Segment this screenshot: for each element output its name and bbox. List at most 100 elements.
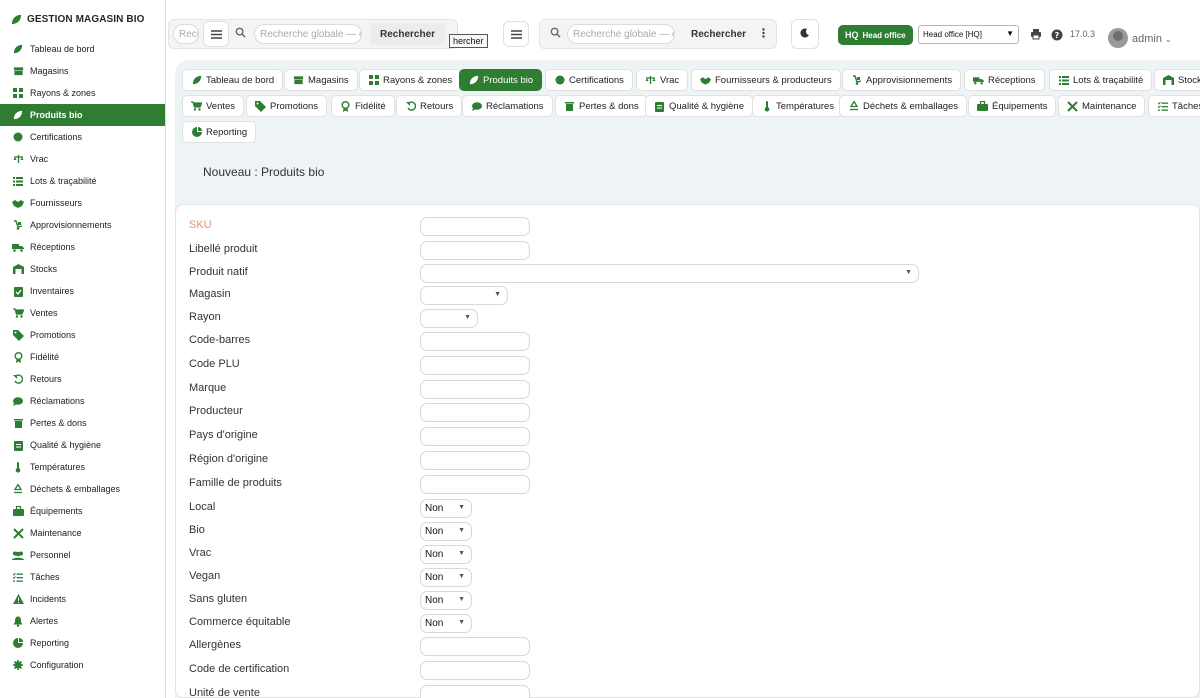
tab-reporting[interactable]: Reporting: [182, 121, 257, 143]
sidebar-item-fournisseurs[interactable]: Fournisseurs: [0, 192, 165, 214]
tab-equipements[interactable]: Équipements: [968, 95, 1057, 117]
sidebar-item-personnel[interactable]: Personnel: [0, 544, 165, 566]
famille-de-produits-field[interactable]: [420, 475, 530, 494]
tab-produits-bio[interactable]: Produits bio: [459, 69, 543, 91]
sidebar-item-certifications[interactable]: Certifications: [0, 126, 165, 148]
sidebar-item-maintenance[interactable]: Maintenance: [0, 522, 165, 544]
store-select[interactable]: Head office [HQ] ▼: [918, 25, 1019, 44]
menu-icon[interactable]: [203, 21, 229, 47]
search-button-1[interactable]: Rechercher: [370, 23, 446, 45]
producteur-field[interactable]: [420, 403, 530, 422]
theme-toggle-button[interactable]: [791, 19, 819, 49]
user-menu[interactable]: admin ⌄: [1132, 33, 1172, 45]
more-vertical-icon[interactable]: [762, 27, 765, 41]
sidebar-item-configuration[interactable]: Configuration: [0, 654, 165, 676]
field-label-commerce-equitable: Commerce équitable: [189, 616, 291, 628]
tab-label: Déchets & emballages: [863, 100, 959, 112]
sidebar-item-receptions[interactable]: Réceptions: [0, 236, 165, 258]
tab-receptions[interactable]: Réceptions: [964, 69, 1045, 91]
search-input-truncated[interactable]: Rech: [173, 24, 199, 44]
bio-select[interactable]: Non ▼: [420, 522, 472, 541]
code-plu-field[interactable]: [420, 356, 530, 375]
tab-qualite-hygiene[interactable]: Qualité & hygiène: [645, 95, 753, 117]
sidebar-item-stocks[interactable]: Stocks: [0, 258, 165, 280]
search-button-2[interactable]: Rechercher: [681, 23, 757, 45]
help-icon[interactable]: ?: [1051, 29, 1063, 44]
sidebar-item-reporting[interactable]: Reporting: [0, 632, 165, 654]
tab-label: Vrac: [660, 74, 680, 86]
region-d-origine-field[interactable]: [420, 451, 530, 470]
tab-reclamations[interactable]: Réclamations: [462, 95, 553, 117]
search-input-2[interactable]: Recherche globale — c: [567, 24, 675, 44]
tab-temperatures[interactable]: Températures: [752, 95, 844, 117]
tab-promotions[interactable]: Promotions: [246, 95, 328, 117]
local-select[interactable]: Non ▼: [420, 499, 472, 518]
pays-d-origine-field[interactable]: [420, 427, 530, 446]
sidebar-item-equipements[interactable]: Équipements: [0, 500, 165, 522]
sidebar-item-reclamations[interactable]: Réclamations: [0, 390, 165, 412]
sidebar-item-magasins[interactable]: Magasins: [0, 60, 165, 82]
tab-ventes[interactable]: Ventes: [182, 95, 245, 117]
search-input-1[interactable]: Recherche globale — c: [254, 24, 362, 44]
sidebar-item-retours[interactable]: Retours: [0, 368, 165, 390]
tab-maintenance[interactable]: Maintenance: [1058, 95, 1146, 117]
tab-retours[interactable]: Retours: [396, 95, 463, 117]
allergenes-field[interactable]: [420, 637, 530, 656]
libelle-produit-field[interactable]: [420, 241, 530, 260]
users-icon: [12, 549, 24, 561]
store-icon: [293, 75, 304, 86]
tab-tableau-de-bord[interactable]: Tableau de bord: [182, 69, 284, 91]
hq-badge[interactable]: HQ Head office: [838, 25, 913, 45]
vegan-select[interactable]: Non ▼: [420, 568, 472, 587]
sidebar-item-qualite-hygiene[interactable]: Qualité & hygiène: [0, 434, 165, 456]
sidebar-item-rayons-zones[interactable]: Rayons & zones: [0, 82, 165, 104]
sidebar-item-label: Rayons & zones: [30, 88, 96, 98]
produit-natif-select[interactable]: ▼: [420, 264, 919, 283]
tab-dechets-emballages[interactable]: Déchets & emballages: [839, 95, 968, 117]
menu-toggle-button[interactable]: [503, 21, 529, 47]
sidebar-item-produits-bio[interactable]: Produits bio: [0, 104, 165, 126]
marque-field[interactable]: [420, 380, 530, 399]
code-barres-field[interactable]: [420, 332, 530, 351]
recycle-icon: [12, 483, 24, 495]
sku-field[interactable]: [420, 217, 530, 236]
tab-pertes-dons[interactable]: Pertes & dons: [555, 95, 648, 117]
tab-approvisionnements[interactable]: Approvisionnements: [842, 69, 962, 91]
sidebar-item-pertes-dons[interactable]: Pertes & dons: [0, 412, 165, 434]
field-label-rayon: Rayon: [189, 311, 221, 323]
sidebar-item-approvisionnements[interactable]: Approvisionnements: [0, 214, 165, 236]
sidebar-item-label: Stocks: [30, 264, 58, 274]
vrac-select[interactable]: Non ▼: [420, 545, 472, 564]
sidebar-item-inventaires[interactable]: Inventaires: [0, 280, 165, 302]
sidebar-item-alertes[interactable]: Alertes: [0, 610, 165, 632]
magasin-select[interactable]: ▼: [420, 286, 508, 305]
sidebar-item-incidents[interactable]: Incidents: [0, 588, 165, 610]
avatar[interactable]: [1108, 28, 1128, 48]
sans-gluten-select[interactable]: Non ▼: [420, 591, 472, 610]
tab-stock[interactable]: Stock: [1154, 69, 1200, 91]
tab-rayons-zones[interactable]: Rayons & zones: [359, 69, 462, 91]
tab-fidelite[interactable]: Fidélité: [331, 95, 395, 117]
tab-lots-tracabilite[interactable]: Lots & traçabilité: [1049, 69, 1153, 91]
sidebar-item-promotions[interactable]: Promotions: [0, 324, 165, 346]
sidebar-item-ventes[interactable]: Ventes: [0, 302, 165, 324]
commerce-equitable-select[interactable]: Non ▼: [420, 614, 472, 633]
sidebar-item-taches[interactable]: Tâches: [0, 566, 165, 588]
sidebar-item-fidelite[interactable]: Fidélité: [0, 346, 165, 368]
tab-magasins[interactable]: Magasins: [284, 69, 358, 91]
sidebar-item-dechets-emballages[interactable]: Déchets & emballages: [0, 478, 165, 500]
rayon-select[interactable]: ▼: [420, 309, 478, 328]
sidebar-item-lots-tracabilite[interactable]: Lots & traçabilité: [0, 170, 165, 192]
sidebar-item-temperatures[interactable]: Températures: [0, 456, 165, 478]
print-icon[interactable]: [1030, 28, 1042, 43]
brand[interactable]: GESTION MAGASIN BIO: [0, 0, 165, 38]
tab-vrac[interactable]: Vrac: [636, 69, 689, 91]
sidebar-item-tableau-de-bord[interactable]: Tableau de bord: [0, 38, 165, 60]
tab-label: Températures: [776, 100, 835, 112]
tab-fournisseurs-producteurs[interactable]: Fournisseurs & producteurs: [691, 69, 841, 91]
code-de-certification-field[interactable]: [420, 661, 530, 680]
unite-de-vente-field[interactable]: [420, 685, 530, 698]
sidebar-item-vrac[interactable]: Vrac: [0, 148, 165, 170]
tab-certifications[interactable]: Certifications: [545, 69, 633, 91]
tab-taches[interactable]: Tâches: [1148, 95, 1200, 117]
